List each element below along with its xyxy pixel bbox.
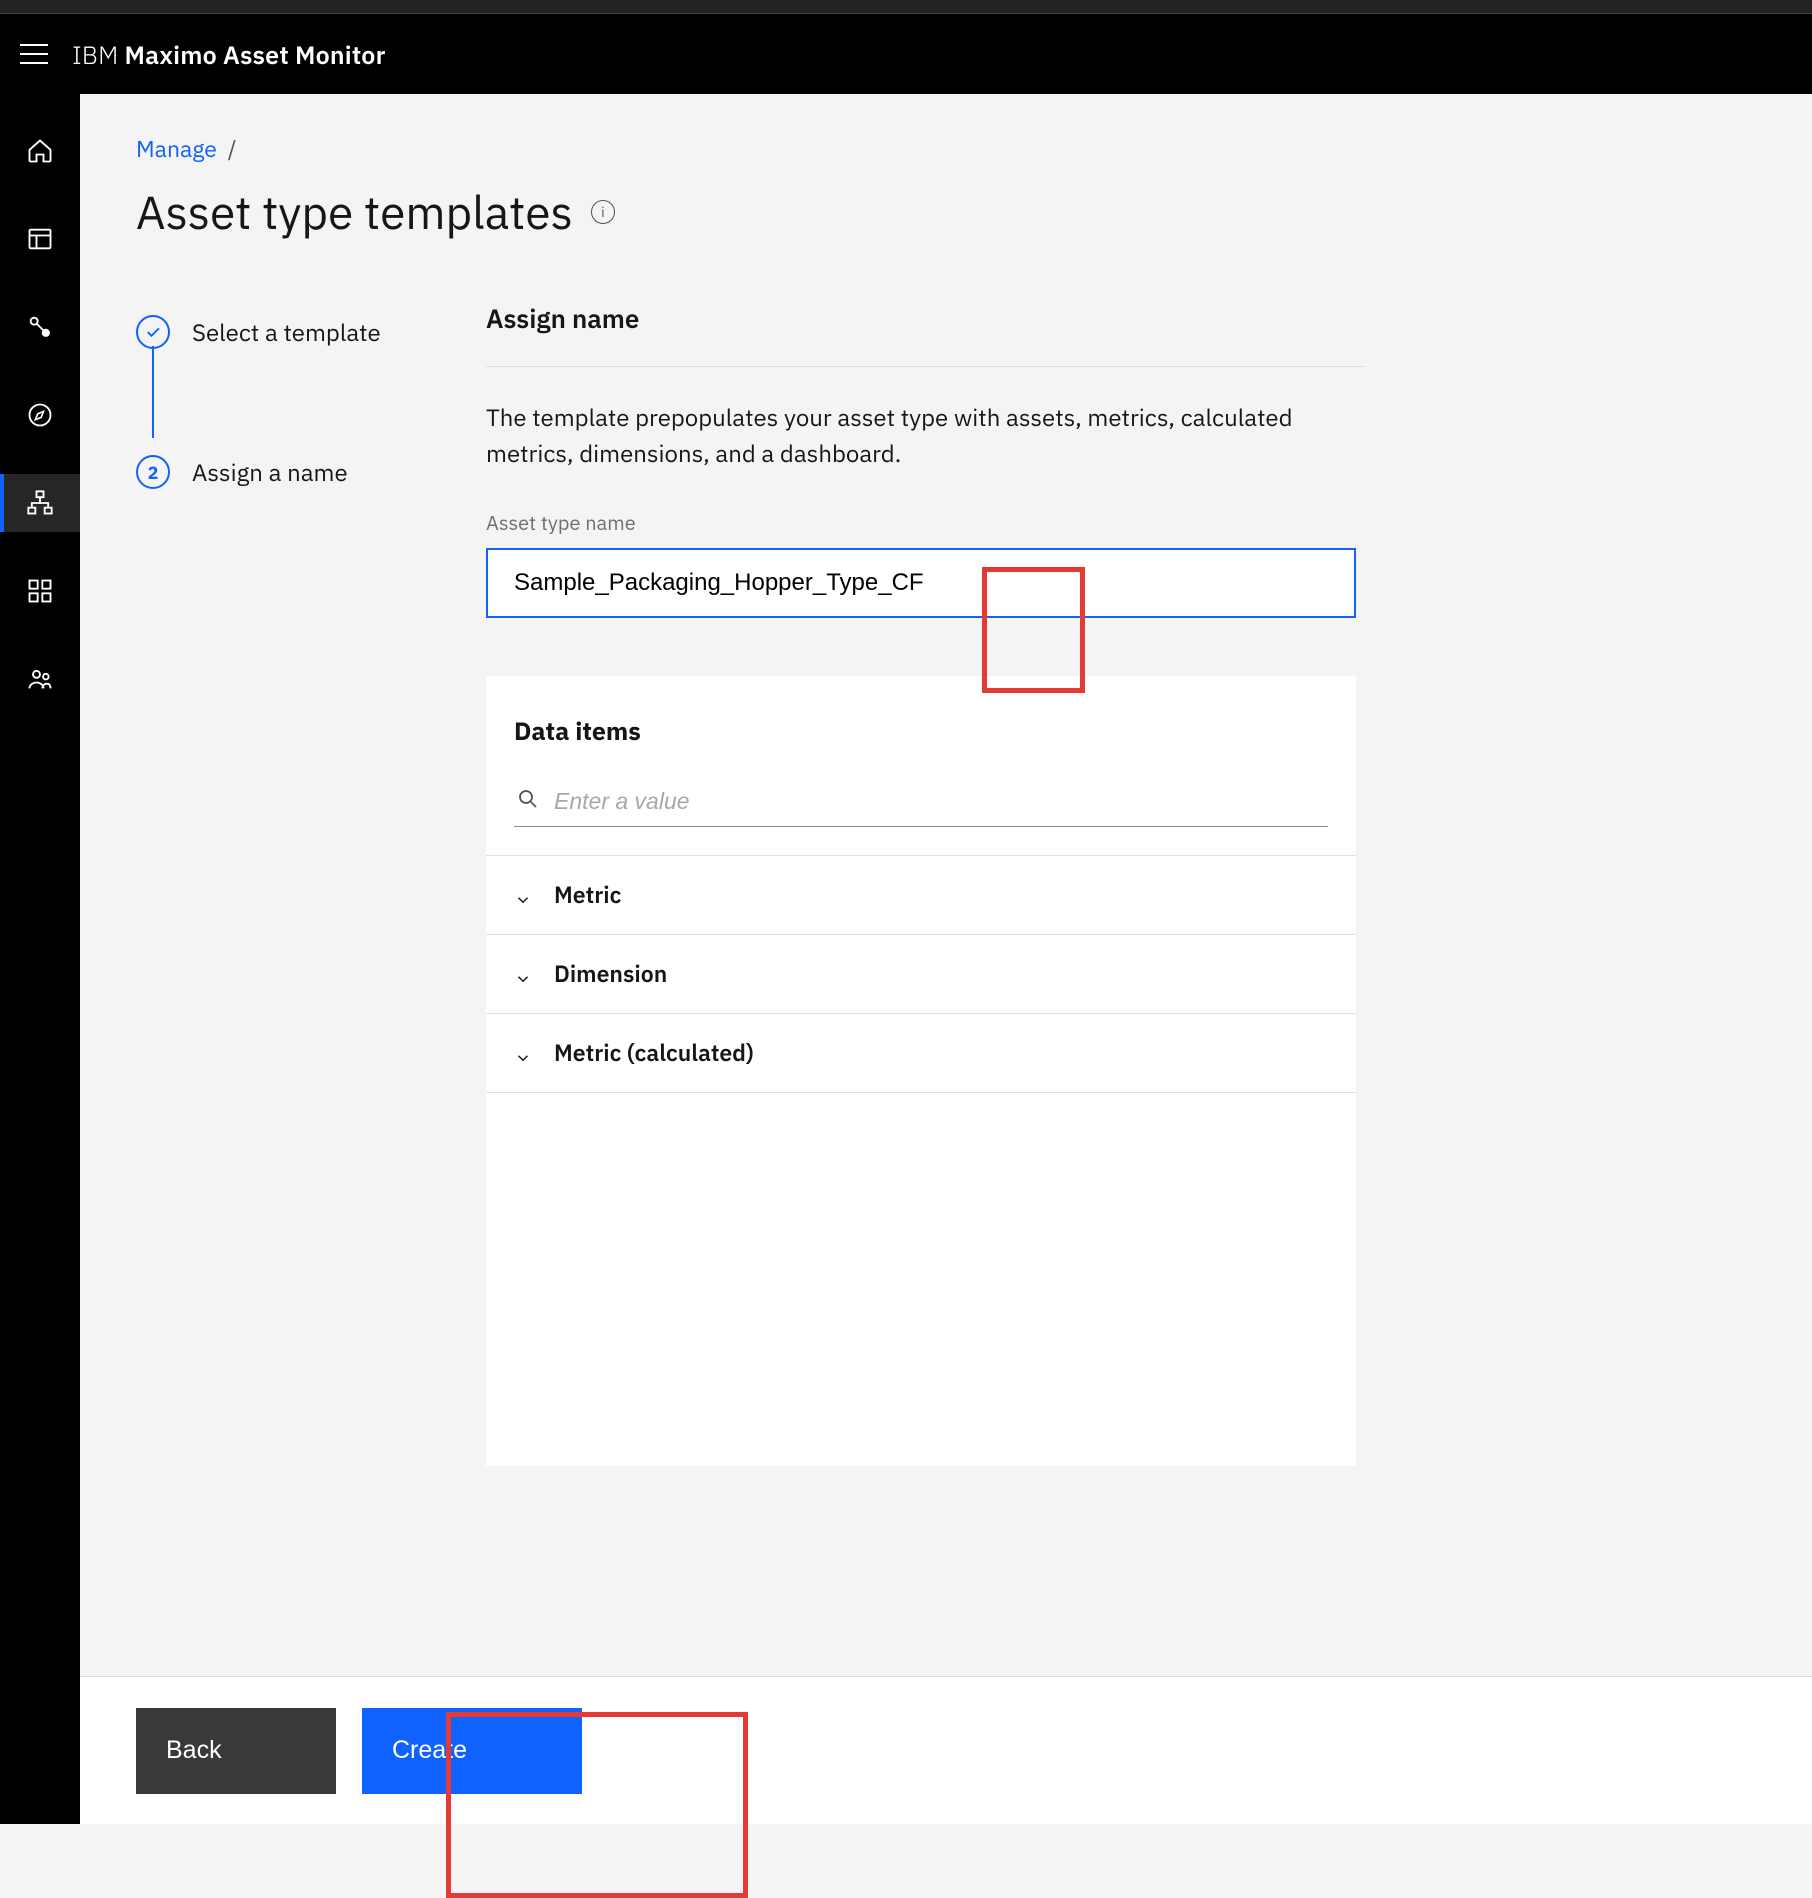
brand-main: Maximo Asset Monitor: [125, 38, 386, 71]
top-bar: IBM Maximo Asset Monitor: [0, 14, 1812, 94]
window-chrome-stub: [0, 0, 1812, 14]
divider: [486, 366, 1366, 367]
search-row: [514, 777, 1328, 827]
wizard-footer: Back Create: [80, 1676, 1812, 1824]
accordion-label: Metric (calculated): [554, 1038, 754, 1068]
step-number-icon: 2: [136, 455, 170, 489]
accordion-item-metric-calculated[interactable]: Metric (calculated): [486, 1013, 1356, 1093]
card-title: Data items: [486, 676, 1356, 777]
step-label: Assign a name: [192, 456, 348, 488]
accordion-item-metric[interactable]: Metric: [486, 855, 1356, 934]
section-title: Assign name: [486, 302, 1366, 336]
app-brand: IBM Maximo Asset Monitor: [72, 38, 386, 71]
data-items-card: Data items Metric: [486, 676, 1356, 1466]
sidebar-item-connect[interactable]: [0, 298, 80, 356]
chevron-down-icon: [514, 965, 532, 983]
asset-type-name-input[interactable]: [486, 548, 1356, 618]
brand-prefix: IBM: [72, 38, 125, 71]
sidebar-item-asset-types[interactable]: [0, 474, 80, 532]
accordion: Metric Dimension Metric (calculated): [486, 855, 1356, 1093]
accordion-label: Metric: [554, 880, 621, 910]
page-title: Asset type templates i: [136, 182, 1756, 242]
create-button[interactable]: Create: [362, 1708, 582, 1794]
menu-icon[interactable]: [20, 44, 48, 64]
left-sidebar: [0, 94, 80, 1824]
step-connector: [152, 346, 154, 438]
progress-stepper: Select a template 2 Assign a name: [136, 302, 466, 1466]
field-label: Asset type name: [486, 509, 1366, 536]
main-area: Manage / Asset type templates i Select a…: [80, 94, 1812, 1824]
page-title-text: Asset type templates: [136, 182, 573, 242]
search-icon: [516, 787, 540, 816]
sidebar-item-explore[interactable]: [0, 386, 80, 444]
accordion-label: Dimension: [554, 959, 667, 989]
sidebar-item-users[interactable]: [0, 650, 80, 708]
accordion-item-dimension[interactable]: Dimension: [486, 934, 1356, 1013]
info-icon[interactable]: i: [591, 200, 615, 224]
sidebar-item-dashboard[interactable]: [0, 210, 80, 268]
breadcrumb-parent[interactable]: Manage: [136, 134, 217, 164]
data-items-search-input[interactable]: [554, 788, 1326, 815]
chevron-down-icon: [514, 1044, 532, 1062]
step-label: Select a template: [192, 316, 381, 348]
back-button[interactable]: Back: [136, 1708, 336, 1794]
checkmark-icon: [136, 315, 170, 349]
breadcrumb-sep: /: [228, 134, 237, 164]
form-panel: Assign name The template prepopulates yo…: [486, 302, 1366, 1466]
breadcrumb: Manage /: [136, 134, 1756, 164]
sidebar-item-home[interactable]: [0, 122, 80, 180]
sidebar-item-apps[interactable]: [0, 562, 80, 620]
step-assign-name[interactable]: 2 Assign a name: [136, 448, 466, 496]
chevron-down-icon: [514, 886, 532, 904]
step-select-template[interactable]: Select a template: [136, 308, 466, 356]
helper-text: The template prepopulates your asset typ…: [486, 399, 1346, 471]
